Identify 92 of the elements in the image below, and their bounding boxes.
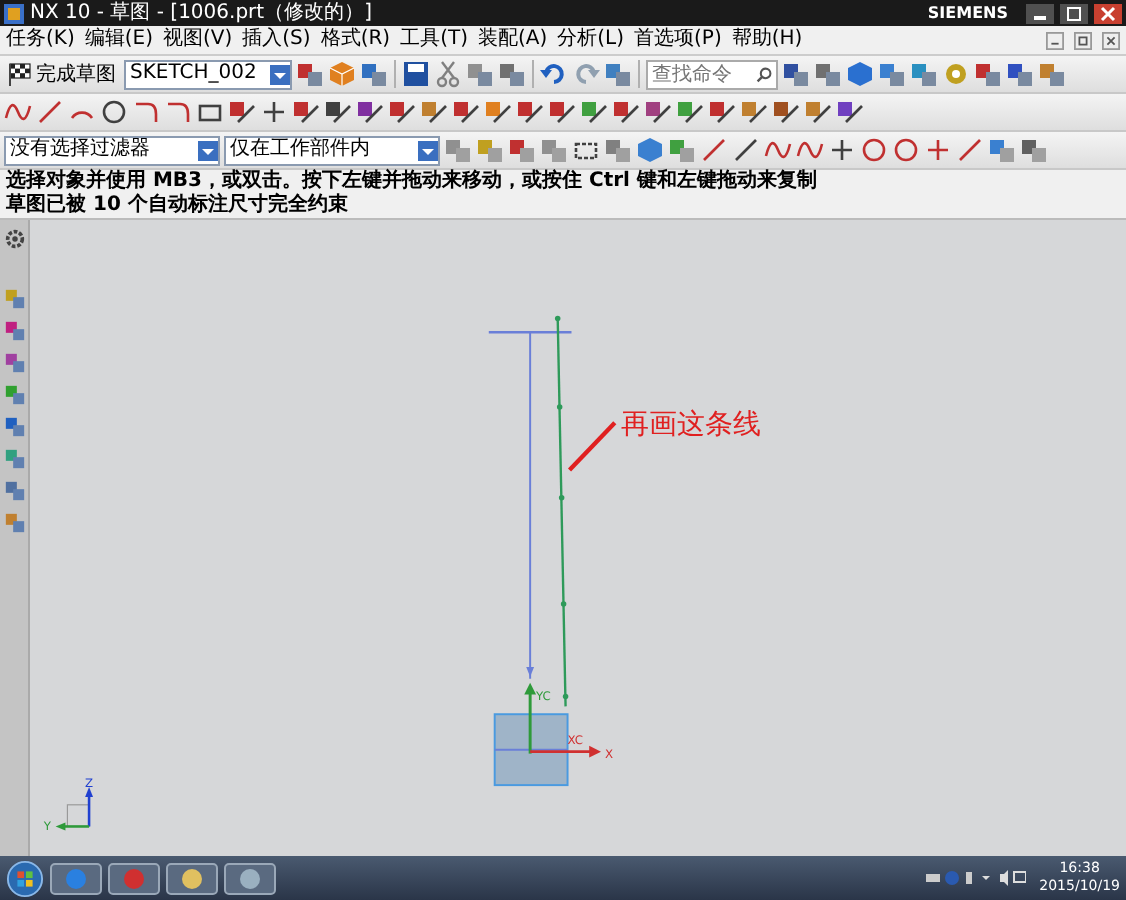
- tool-icon[interactable]: [452, 98, 480, 126]
- taskbar-app-icon[interactable]: [108, 861, 160, 895]
- selection-filter-dropdown[interactable]: 没有选择过滤器: [4, 135, 220, 165]
- xc-axis-arrow: [530, 745, 601, 758]
- tool-icon[interactable]: [580, 98, 608, 126]
- tool-icon[interactable]: [644, 98, 672, 126]
- triad-box: [66, 804, 90, 828]
- circle-icon[interactable]: [860, 136, 888, 164]
- tool-icon[interactable]: [508, 136, 536, 164]
- restore-icon[interactable]: [1074, 31, 1092, 49]
- tool-icon[interactable]: [708, 98, 736, 126]
- taskbar-app-icon[interactable]: [50, 861, 102, 895]
- selection-filter-dropdown[interactable]: 仅在工作部件内: [224, 135, 440, 165]
- tool-icon[interactable]: [356, 98, 384, 126]
- tool-icon[interactable]: [612, 98, 640, 126]
- curve-icon[interactable]: [4, 98, 32, 126]
- plus-icon[interactable]: [924, 136, 952, 164]
- datum-plane: [493, 713, 569, 787]
- menu-item[interactable]: 插入(S): [242, 28, 311, 52]
- cube-icon[interactable]: [636, 136, 664, 164]
- status-message: 草图已被 10 个自动标注尺寸完全约束: [6, 194, 348, 218]
- corner-icon[interactable]: [132, 98, 160, 126]
- scissors-icon[interactable]: [434, 60, 462, 88]
- tool-icon[interactable]: [814, 60, 842, 88]
- tool-icon[interactable]: [420, 98, 448, 126]
- tool-icon[interactable]: [548, 98, 576, 126]
- tool-icon[interactable]: [324, 98, 352, 126]
- tool-icon[interactable]: [292, 98, 320, 126]
- z-axis-arrow: [85, 787, 93, 827]
- tool-icon[interactable]: [1020, 136, 1048, 164]
- circle-icon[interactable]: [892, 136, 920, 164]
- undo-icon[interactable]: [540, 60, 568, 88]
- menu-item[interactable]: 帮助(H): [731, 28, 803, 52]
- tool-icon[interactable]: [974, 60, 1002, 88]
- line-icon[interactable]: [732, 136, 760, 164]
- tool-icon[interactable]: [228, 98, 256, 126]
- start-button[interactable]: [6, 859, 44, 897]
- tool-icon[interactable]: [484, 98, 512, 126]
- tool-icon[interactable]: [836, 98, 864, 126]
- yc-axis-arrow: [524, 682, 537, 754]
- finish-sketch-button[interactable]: 完成草图: [4, 60, 120, 88]
- menu-item[interactable]: 任务(K): [6, 28, 75, 52]
- cube-icon[interactable]: [328, 60, 356, 88]
- circle-icon[interactable]: [100, 98, 128, 126]
- brand-name: SIEMENS: [927, 4, 1008, 22]
- curve-icon[interactable]: [796, 136, 824, 164]
- tool-icon[interactable]: [516, 98, 544, 126]
- tool-icon[interactable]: [772, 98, 800, 126]
- tool-icon[interactable]: [676, 98, 704, 126]
- menu-item[interactable]: 首选项(P): [634, 28, 722, 52]
- tool-icon[interactable]: [388, 98, 416, 126]
- line-icon[interactable]: [956, 136, 984, 164]
- tool-icon[interactable]: [782, 60, 810, 88]
- menu-item[interactable]: 分析(L): [557, 28, 625, 52]
- maximize-icon[interactable]: [1060, 3, 1088, 23]
- command-search-field[interactable]: 查找命令: [646, 59, 778, 89]
- annotation-text: 再画这条线: [620, 408, 761, 441]
- taskbar-app-icon[interactable]: [166, 861, 218, 895]
- sketch-line: [488, 331, 572, 334]
- plus-icon[interactable]: [260, 98, 288, 126]
- corner-icon[interactable]: [164, 98, 192, 126]
- menu-item[interactable]: 视图(V): [163, 28, 233, 52]
- close-icon[interactable]: [1102, 31, 1120, 49]
- window-title: NX 10 - 草图 - [1006.prt（修改的）]: [30, 1, 372, 25]
- close-icon[interactable]: [1094, 3, 1122, 23]
- status-prompt: 选择对象并使用 MB3，或双击。按下左键并拖动来移动，或按住 Ctrl 键和左键拖动来复制: [6, 170, 817, 192]
- app-logo-icon: [4, 3, 24, 23]
- menu-item[interactable]: 装配(A): [478, 28, 548, 52]
- tool-icon[interactable]: [296, 60, 324, 88]
- cube-icon[interactable]: [846, 60, 874, 88]
- curve-icon[interactable]: [764, 136, 792, 164]
- menu-item[interactable]: 编辑(E): [84, 28, 153, 52]
- tool-icon[interactable]: [360, 60, 388, 88]
- tool-icon[interactable]: [498, 60, 526, 88]
- tool-icon[interactable]: [740, 98, 768, 126]
- minimize-icon[interactable]: [1026, 3, 1054, 23]
- line-icon[interactable]: [36, 98, 64, 126]
- annotation-line: [567, 421, 617, 472]
- menu-item[interactable]: 格式(R): [320, 28, 391, 52]
- taskbar-app-icon[interactable]: [224, 861, 276, 895]
- plus-icon[interactable]: [828, 136, 856, 164]
- sketch-dropdown[interactable]: SKETCH_002: [124, 59, 292, 89]
- line-icon[interactable]: [700, 136, 728, 164]
- system-tray-icons[interactable]: [925, 868, 1026, 888]
- flag-icon: [8, 62, 32, 86]
- menu-item[interactable]: 工具(T): [400, 28, 468, 52]
- search-icon: [756, 65, 772, 83]
- settings-icon[interactable]: [3, 228, 25, 250]
- tool-icon[interactable]: [804, 98, 832, 126]
- save-icon[interactable]: [402, 60, 430, 88]
- y-axis-arrow: [55, 822, 90, 831]
- tool-icon[interactable]: [1006, 60, 1034, 88]
